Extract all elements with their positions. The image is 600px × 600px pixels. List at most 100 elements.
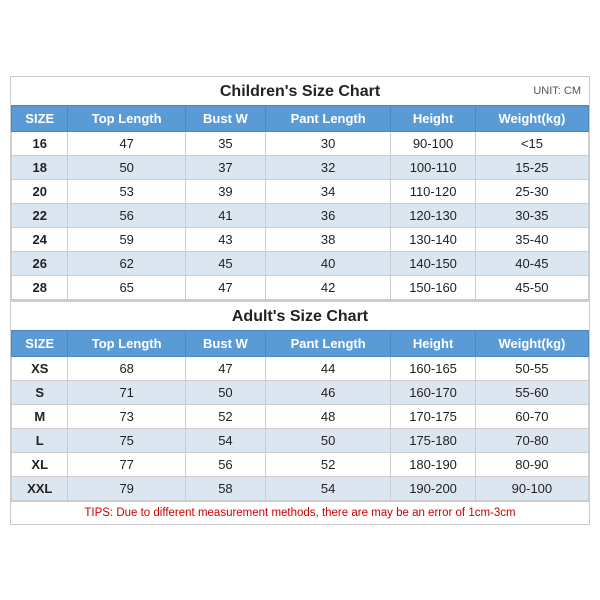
col-size: SIZE [12,105,68,131]
table-row: 20533934110-12025-30 [12,179,589,203]
table-cell: 30-35 [475,203,588,227]
table-cell: 110-120 [391,179,476,203]
table-cell: 75 [68,428,185,452]
table-cell: 65 [68,275,185,299]
adult-col-weight: Weight(kg) [475,330,588,356]
table-cell: 41 [185,203,265,227]
table-cell: 30 [266,131,391,155]
table-cell: 90-100 [391,131,476,155]
children-title-row: Children's Size Chart UNIT: CM [11,77,589,105]
table-cell: 20 [12,179,68,203]
table-row: M735248170-17560-70 [12,404,589,428]
table-cell: 71 [68,380,185,404]
adult-col-pant-length: Pant Length [266,330,391,356]
table-cell: 50-55 [475,356,588,380]
children-title: Children's Size Chart [220,83,380,100]
table-row: S715046160-17055-60 [12,380,589,404]
table-cell: 79 [68,476,185,500]
table-cell: 73 [68,404,185,428]
table-cell: XL [12,452,68,476]
table-cell: 48 [266,404,391,428]
table-cell: 22 [12,203,68,227]
table-cell: 160-170 [391,380,476,404]
adult-title: Adult's Size Chart [232,308,368,325]
table-row: 22564136120-13030-35 [12,203,589,227]
table-row: 28654742150-16045-50 [12,275,589,299]
table-cell: 100-110 [391,155,476,179]
table-cell: 60-70 [475,404,588,428]
table-cell: 47 [68,131,185,155]
table-cell: 56 [185,452,265,476]
table-row: 24594338130-14035-40 [12,227,589,251]
col-bust-w: Bust W [185,105,265,131]
size-chart-container: Children's Size Chart UNIT: CM SIZE Top … [10,76,590,525]
adult-header-row: SIZE Top Length Bust W Pant Length Heigh… [12,330,589,356]
table-cell: 42 [266,275,391,299]
table-cell: <15 [475,131,588,155]
table-cell: 70-80 [475,428,588,452]
table-cell: 32 [266,155,391,179]
table-cell: 120-130 [391,203,476,227]
table-cell: 46 [266,380,391,404]
table-cell: 50 [68,155,185,179]
table-cell: 59 [68,227,185,251]
table-row: XL775652180-19080-90 [12,452,589,476]
children-table: SIZE Top Length Bust W Pant Length Heigh… [11,105,589,300]
table-cell: 35-40 [475,227,588,251]
table-cell: 56 [68,203,185,227]
children-header-row: SIZE Top Length Bust W Pant Length Heigh… [12,105,589,131]
table-cell: 77 [68,452,185,476]
table-cell: M [12,404,68,428]
table-cell: 39 [185,179,265,203]
table-cell: 180-190 [391,452,476,476]
table-cell: 55-60 [475,380,588,404]
col-top-length: Top Length [68,105,185,131]
adult-col-top-length: Top Length [68,330,185,356]
col-height: Height [391,105,476,131]
table-cell: 28 [12,275,68,299]
tips-text: TIPS: Due to different measurement metho… [84,507,515,519]
table-cell: 52 [185,404,265,428]
table-cell: 43 [185,227,265,251]
table-cell: 50 [266,428,391,452]
table-cell: 62 [68,251,185,275]
adult-tbody: XS684744160-16550-55S715046160-17055-60M… [12,356,589,500]
tips-row: TIPS: Due to different measurement metho… [11,501,589,524]
table-cell: 34 [266,179,391,203]
table-row: 1647353090-100<15 [12,131,589,155]
adult-title-row: Adult's Size Chart [11,300,589,330]
col-weight: Weight(kg) [475,105,588,131]
col-pant-length: Pant Length [266,105,391,131]
table-row: XXL795854190-20090-100 [12,476,589,500]
adult-col-height: Height [391,330,476,356]
table-cell: 80-90 [475,452,588,476]
table-cell: 140-150 [391,251,476,275]
table-cell: 54 [185,428,265,452]
table-row: XS684744160-16550-55 [12,356,589,380]
table-cell: 47 [185,275,265,299]
table-cell: L [12,428,68,452]
table-cell: 53 [68,179,185,203]
table-cell: 190-200 [391,476,476,500]
table-cell: 35 [185,131,265,155]
table-cell: 47 [185,356,265,380]
adult-table: SIZE Top Length Bust W Pant Length Heigh… [11,330,589,501]
table-cell: 52 [266,452,391,476]
adult-col-bust-w: Bust W [185,330,265,356]
table-cell: 45-50 [475,275,588,299]
table-cell: 160-165 [391,356,476,380]
table-cell: 170-175 [391,404,476,428]
table-cell: 130-140 [391,227,476,251]
table-row: 26624540140-15040-45 [12,251,589,275]
adult-col-size: SIZE [12,330,68,356]
table-cell: 175-180 [391,428,476,452]
table-cell: 25-30 [475,179,588,203]
table-cell: 26 [12,251,68,275]
table-cell: 38 [266,227,391,251]
table-cell: 45 [185,251,265,275]
table-cell: 36 [266,203,391,227]
table-cell: 68 [68,356,185,380]
table-cell: 15-25 [475,155,588,179]
table-cell: 18 [12,155,68,179]
table-cell: 16 [12,131,68,155]
